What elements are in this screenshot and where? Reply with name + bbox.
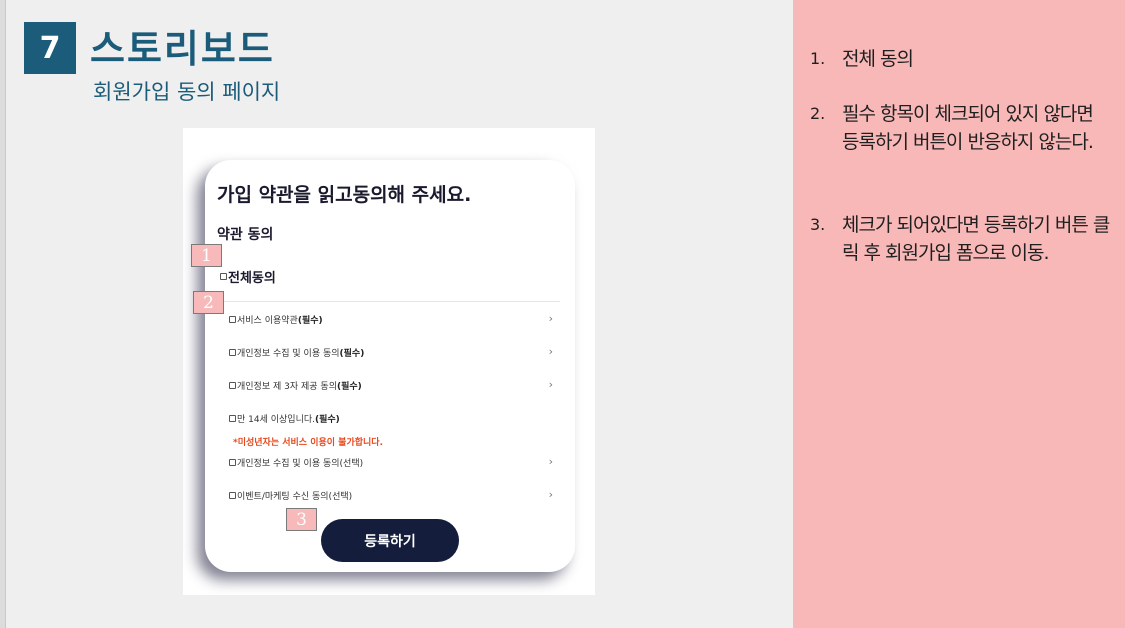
- terms-item-privacy-optional[interactable]: 개인정보 수집 및 이용 동의(선택) ›: [229, 455, 559, 469]
- terms-checkbox[interactable]: [229, 458, 236, 466]
- chevron-right-icon[interactable]: ›: [549, 488, 553, 502]
- register-button[interactable]: 등록하기: [321, 519, 459, 562]
- required-tag: (필수): [336, 381, 362, 392]
- terms-item-marketing[interactable]: 이벤트/마케팅 수신 동의(선택) ›: [229, 488, 559, 502]
- note-item: 1. 전체 동의: [810, 45, 1114, 73]
- chevron-right-icon[interactable]: ›: [549, 378, 553, 392]
- terms-item-age[interactable]: 만 14세 이상입니다. (필수): [229, 411, 559, 425]
- terms-checkbox[interactable]: [229, 381, 236, 389]
- terms-section-title: 약관 동의: [217, 227, 274, 243]
- storyboard-screenshot: 가입 약관을 읽고동의해 주세요. 약관 동의 전체동의 서비스 이용약관 (필수…: [183, 128, 595, 595]
- terms-item-label: 이벤트/마케팅 수신 동의(선택): [237, 491, 353, 502]
- agree-all-checkbox[interactable]: [220, 273, 227, 280]
- slide-left-border: [0, 0, 6, 628]
- annotation-marker-3: 3: [286, 508, 317, 531]
- note-item: 2. 필수 항목이 체크되어 있지 않다면 등록하기 버튼이 반응하지 않는다.: [810, 100, 1114, 156]
- terms-item-label: 개인정보 제 3자 제공 동의: [237, 381, 337, 392]
- slide-number-badge: 7: [24, 22, 76, 74]
- note-number: 3.: [810, 215, 826, 234]
- annotation-marker-1: 1: [191, 244, 222, 267]
- terms-checkbox[interactable]: [229, 348, 236, 356]
- note-number: 1.: [810, 49, 826, 68]
- terms-item-privacy-collect[interactable]: 개인정보 수집 및 이용 동의 (필수) ›: [229, 345, 559, 359]
- chevron-right-icon[interactable]: ›: [549, 312, 553, 326]
- chevron-right-icon[interactable]: ›: [549, 345, 553, 359]
- required-tag: (필수): [315, 414, 340, 425]
- terms-item-label: 서비스 이용약관: [237, 315, 298, 326]
- terms-checkbox[interactable]: [229, 491, 236, 499]
- terms-item-label: 만 14세 이상입니다.: [237, 414, 315, 425]
- slide-title: 스토리보드: [90, 27, 275, 71]
- terms-item-label: 개인정보 수집 및 이용 동의: [237, 348, 340, 359]
- note-text: 전체 동의: [842, 48, 914, 70]
- notes-panel: 1. 전체 동의 2. 필수 항목이 체크되어 있지 않다면 등록하기 버튼이 …: [793, 0, 1125, 628]
- terms-item-third-party[interactable]: 개인정보 제 3자 제공 동의 (필수) ›: [229, 378, 559, 392]
- minor-warning: *미성년자는 서비스 이용이 불가합니다.: [233, 438, 384, 448]
- note-item: 3. 체크가 되어있다면 등록하기 버튼 클릭 후 회원가입 폼으로 이동.: [810, 211, 1114, 267]
- required-tag: (필수): [339, 348, 365, 359]
- terms-checkbox[interactable]: [229, 315, 236, 323]
- terms-heading: 가입 약관을 읽고동의해 주세요.: [217, 184, 472, 206]
- terms-checkbox[interactable]: [229, 414, 236, 422]
- terms-card: [205, 160, 575, 572]
- terms-item-label: 개인정보 수집 및 이용 동의(선택): [237, 458, 364, 469]
- note-text: 필수 항목이 체크되어 있지 않다면 등록하기 버튼이 반응하지 않는다.: [842, 103, 1094, 153]
- note-text: 체크가 되어있다면 등록하기 버튼 클릭 후 회원가입 폼으로 이동.: [842, 214, 1110, 264]
- note-number: 2.: [810, 104, 826, 123]
- chevron-right-icon[interactable]: ›: [549, 455, 553, 469]
- agree-all-row[interactable]: 전체동의: [220, 267, 276, 286]
- terms-item-service[interactable]: 서비스 이용약관 (필수) ›: [229, 312, 559, 326]
- required-tag: (필수): [297, 315, 323, 326]
- annotation-marker-2: 2: [193, 291, 224, 314]
- slide-subtitle: 회원가입 동의 페이지: [93, 80, 281, 104]
- agree-all-label: 전체동의: [228, 271, 276, 286]
- divider: [223, 301, 560, 302]
